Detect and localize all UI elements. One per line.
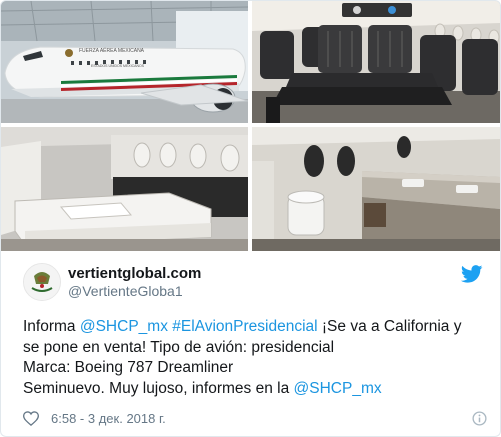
display-name[interactable]: vertientglobal.com <box>68 265 201 282</box>
svg-text:ESTADOS UNIDOS MEXICANOS: ESTADOS UNIDOS MEXICANOS <box>91 64 145 68</box>
time-separator: - <box>76 411 88 426</box>
hashtag-link[interactable]: #ElAvionPresidencial <box>172 318 317 335</box>
tweet-card: FUERZA AÉREA MEXICANA ESTADOS UNIDOS MEX… <box>0 0 501 437</box>
svg-text:FUERZA AÉREA MEXICANA: FUERZA AÉREA MEXICANA <box>79 47 145 54</box>
tweet-text-line-2: se pone en venta! Tipo de avión: preside… <box>23 338 335 356</box>
photo-cabin-seats[interactable] <box>252 1 500 123</box>
time-value: 6:58 <box>51 411 77 426</box>
text-segment: Informa <box>23 318 80 335</box>
info-icon[interactable] <box>472 411 487 426</box>
photo-aircraft-exterior[interactable]: FUERZA AÉREA MEXICANA ESTADOS UNIDOS MEX… <box>1 1 248 123</box>
tweet-text-line-4: Seminuevo. Muy lujoso, informes en la @S… <box>23 379 493 400</box>
mention-link[interactable]: @SHCP_mx <box>294 380 382 397</box>
tweet-text-line-3: Marca: Boeing 787 Dreamliner <box>23 359 234 376</box>
photo-grid: FUERZA AÉREA MEXICANA ESTADOS UNIDOS MEX… <box>1 1 500 251</box>
tweet-text-line-1: Informa @SHCP_mx #ElAvionPresidencial ¡S… <box>23 317 493 338</box>
mexican-eagle-icon <box>24 264 60 300</box>
twitter-bird-icon[interactable] <box>460 265 483 283</box>
avatar[interactable] <box>23 263 61 301</box>
text-segment: ¡Se va a California y <box>317 318 462 335</box>
heart-icon[interactable] <box>22 411 40 427</box>
date-value: 3 дек. 2018 г. <box>87 411 166 426</box>
tweet-text: Informa @SHCP_mx #ElAvionPresidencial ¡S… <box>23 317 493 399</box>
photo-bedroom[interactable] <box>1 127 248 251</box>
tweet-header: vertientglobal.com @VertienteGloba1 <box>23 263 483 303</box>
handle[interactable]: @VertienteGloba1 <box>68 283 183 299</box>
mention-link[interactable]: @SHCP_mx <box>80 318 168 335</box>
text-segment: Seminuevo. Muy lujoso, informes en la <box>23 379 294 397</box>
photo-bathroom[interactable] <box>252 127 500 251</box>
timestamp[interactable]: 6:58 - 3 дек. 2018 г. <box>51 411 166 426</box>
